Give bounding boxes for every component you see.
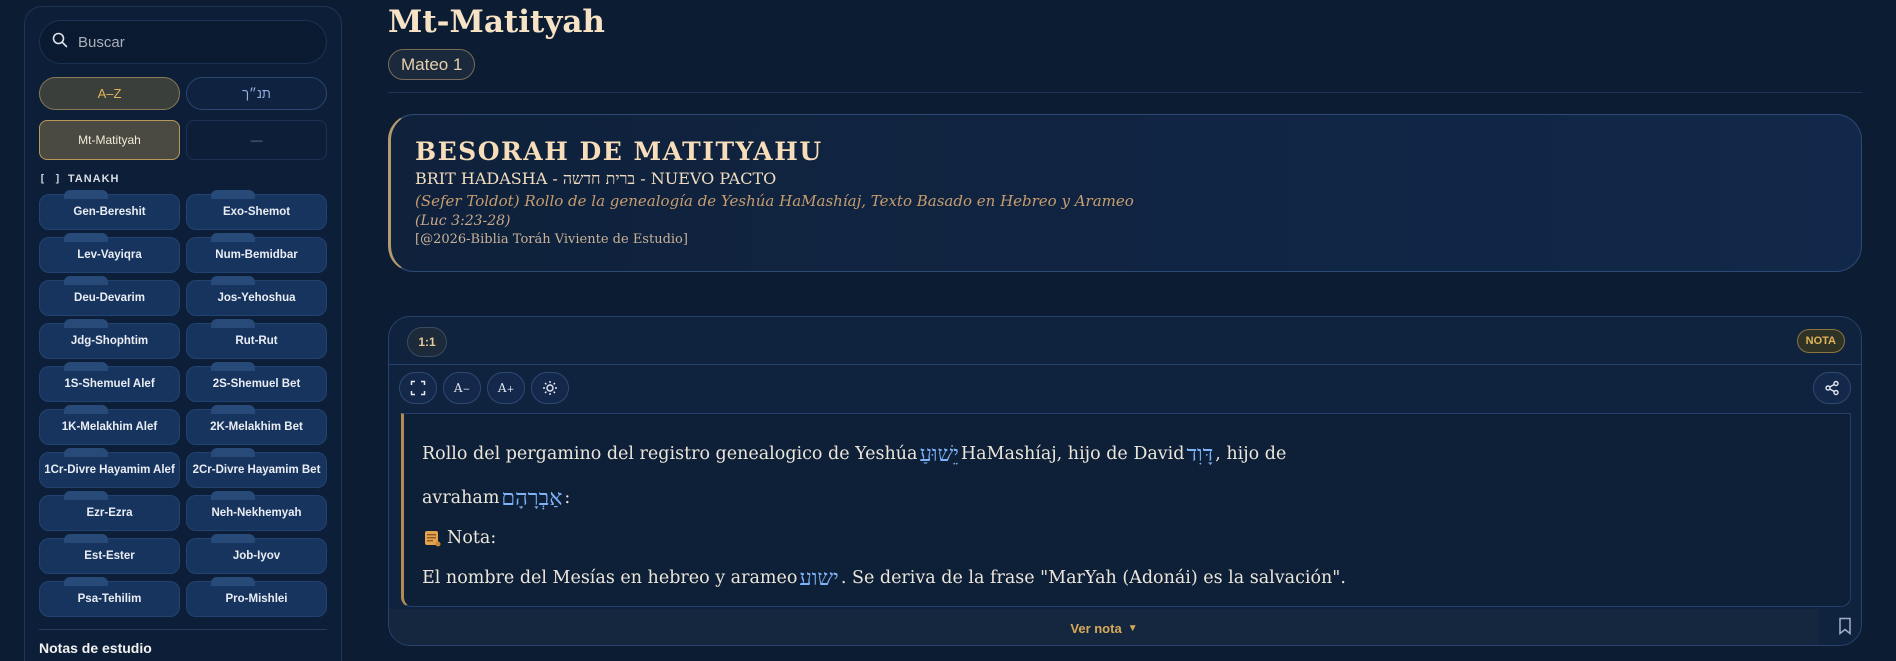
search-input[interactable] (78, 33, 298, 51)
book-button[interactable]: 2K-Melakhim Bet (186, 405, 327, 445)
hebrew-word[interactable]: ישוע (799, 565, 838, 591)
book-selected-button[interactable]: Mt-Matityah (39, 120, 180, 160)
chevron-down-icon: ▼ (1127, 622, 1138, 634)
hebrew-word[interactable]: דָּוִד (1186, 441, 1213, 467)
nota-label: Nota: (447, 528, 497, 548)
book-button[interactable]: Rut-Rut (186, 319, 327, 359)
section-title: TANAKH (67, 172, 120, 185)
book-button[interactable]: Gen-Bereshit (39, 190, 180, 230)
sun-icon (543, 381, 557, 395)
verse-card-header: 1:1 NOTA (389, 317, 1861, 365)
sort-toggle: A–Z תנ״ך (39, 77, 327, 110)
chapter-selector[interactable]: Mateo 1 (388, 49, 476, 80)
verse-text-segment: Rollo del pergamino del registro genealo… (422, 444, 918, 464)
sort-az-button[interactable]: A–Z (39, 77, 180, 110)
book-button[interactable]: Pro-Mishlei (186, 577, 327, 617)
font-smaller-button[interactable]: A− (443, 372, 481, 404)
study-notes-title[interactable]: Notas de estudio (39, 640, 327, 656)
book-button[interactable]: 1K-Melakhim Alef (39, 405, 180, 445)
font-smaller-icon: A− (453, 381, 471, 395)
book-list: Gen-Bereshit Exo-Shemot Lev-Vayiqra Num-… (39, 190, 327, 617)
book-button[interactable]: 2S-Shemuel Bet (186, 362, 327, 402)
font-larger-icon: A+ (497, 381, 515, 395)
verse-text: Rollo del pergamino del registro genealo… (401, 413, 1851, 607)
book-button[interactable]: Deu-Devarim (39, 276, 180, 316)
sidebar: A–Z תנ״ך Mt-Matityah — [ ] TANAKH Gen-Be… (24, 6, 342, 661)
nota-heading: Nota: (422, 520, 1832, 556)
book-placeholder-button[interactable]: — (186, 120, 327, 160)
book-button[interactable]: Num-Bemidbar (186, 233, 327, 273)
fullscreen-button[interactable] (399, 372, 437, 404)
book-button[interactable]: Neh-Nekhemyah (186, 491, 327, 531)
verse-toolbar: A− A+ (389, 365, 1861, 411)
book-button[interactable]: Jos-Yehoshua (186, 276, 327, 316)
section-header-tanakh: [ ] TANAKH (39, 172, 327, 185)
book-button[interactable]: 2Cr-Divre Hayamim Bet (186, 448, 327, 488)
book-button[interactable]: Exo-Shemot (186, 190, 327, 230)
nota-badge[interactable]: NOTA (1796, 329, 1845, 353)
share-button[interactable] (1813, 372, 1851, 404)
search-box[interactable] (39, 20, 327, 64)
font-larger-button[interactable]: A+ (487, 372, 525, 404)
book-button[interactable]: Psa-Tehilim (39, 577, 180, 617)
verse-text-segment: avraham (422, 488, 500, 508)
theme-toggle-button[interactable] (531, 372, 569, 404)
bracket-icon: [ ] (39, 172, 62, 185)
book-button[interactable]: 1S-Shemuel Alef (39, 362, 180, 402)
search-icon (52, 32, 68, 53)
note-text: El nombre del Mesías en hebreo y arameo … (422, 556, 1832, 600)
verse-text-segment: HaMashíaj, hijo de David (960, 444, 1185, 464)
verse-text-segment: : (564, 488, 571, 508)
book-button[interactable]: Job-Iyov (186, 534, 327, 574)
book-header-card: BESORAH DE MATITYAHU BRIT HADASHA - ברית… (388, 114, 1862, 272)
verse-line: Rollo del pergamino del registro genealo… (422, 432, 1832, 476)
verse-number-badge[interactable]: 1:1 (407, 327, 447, 357)
note-text-segment: El nombre del Mesías en hebreo y arameo (422, 568, 798, 588)
current-book-row: Mt-Matityah — (39, 120, 327, 160)
book-button[interactable]: Est-Ester (39, 534, 180, 574)
share-icon (1825, 380, 1839, 396)
book-header-subtitle: BRIT HADASHA - ברית חדשה - NUEVO PACTO (415, 169, 777, 188)
sort-tanakh-button[interactable]: תנ״ך (186, 77, 327, 110)
book-header-reference: (Luc 3:23-28) (415, 213, 511, 229)
verse-card: 1:1 NOTA A− A+ Rollo del pergamino del r… (388, 316, 1862, 646)
bookmark-button[interactable] (1837, 617, 1853, 640)
book-button[interactable]: Ezr-Ezra (39, 491, 180, 531)
book-button[interactable]: Jdg-Shophtim (39, 319, 180, 359)
bookmark-icon (1839, 617, 1851, 636)
page-title: Mt-Matityah (388, 4, 605, 40)
book-header-copyright: [@2026-Biblia Toráh Viviente de Estudio] (415, 232, 688, 247)
scroll-icon (425, 531, 441, 547)
book-header-description: (Sefer Toldot) Rollo de la genealogía de… (415, 192, 1134, 210)
divider (39, 629, 327, 630)
ver-nota-button[interactable]: Ver nota ▼ (389, 609, 1819, 645)
note-text-segment: . Se deriva de la frase "MarYah (Adonái)… (840, 568, 1346, 588)
verse-line: avraham אַבְרָהָם : (422, 476, 1832, 520)
divider (388, 92, 1862, 93)
hebrew-word[interactable]: אַבְרָהָם (501, 485, 562, 511)
ver-nota-label: Ver nota (1070, 620, 1122, 636)
book-button[interactable]: 1Cr-Divre Hayamim Alef (39, 448, 180, 488)
book-button[interactable]: Lev-Vayiqra (39, 233, 180, 273)
book-header-title: BESORAH DE MATITYAHU (415, 137, 823, 166)
verse-text-segment: , hijo de (1215, 444, 1287, 464)
hebrew-word[interactable]: יֵשׁוּעַ (919, 441, 958, 467)
fullscreen-icon (410, 380, 426, 396)
